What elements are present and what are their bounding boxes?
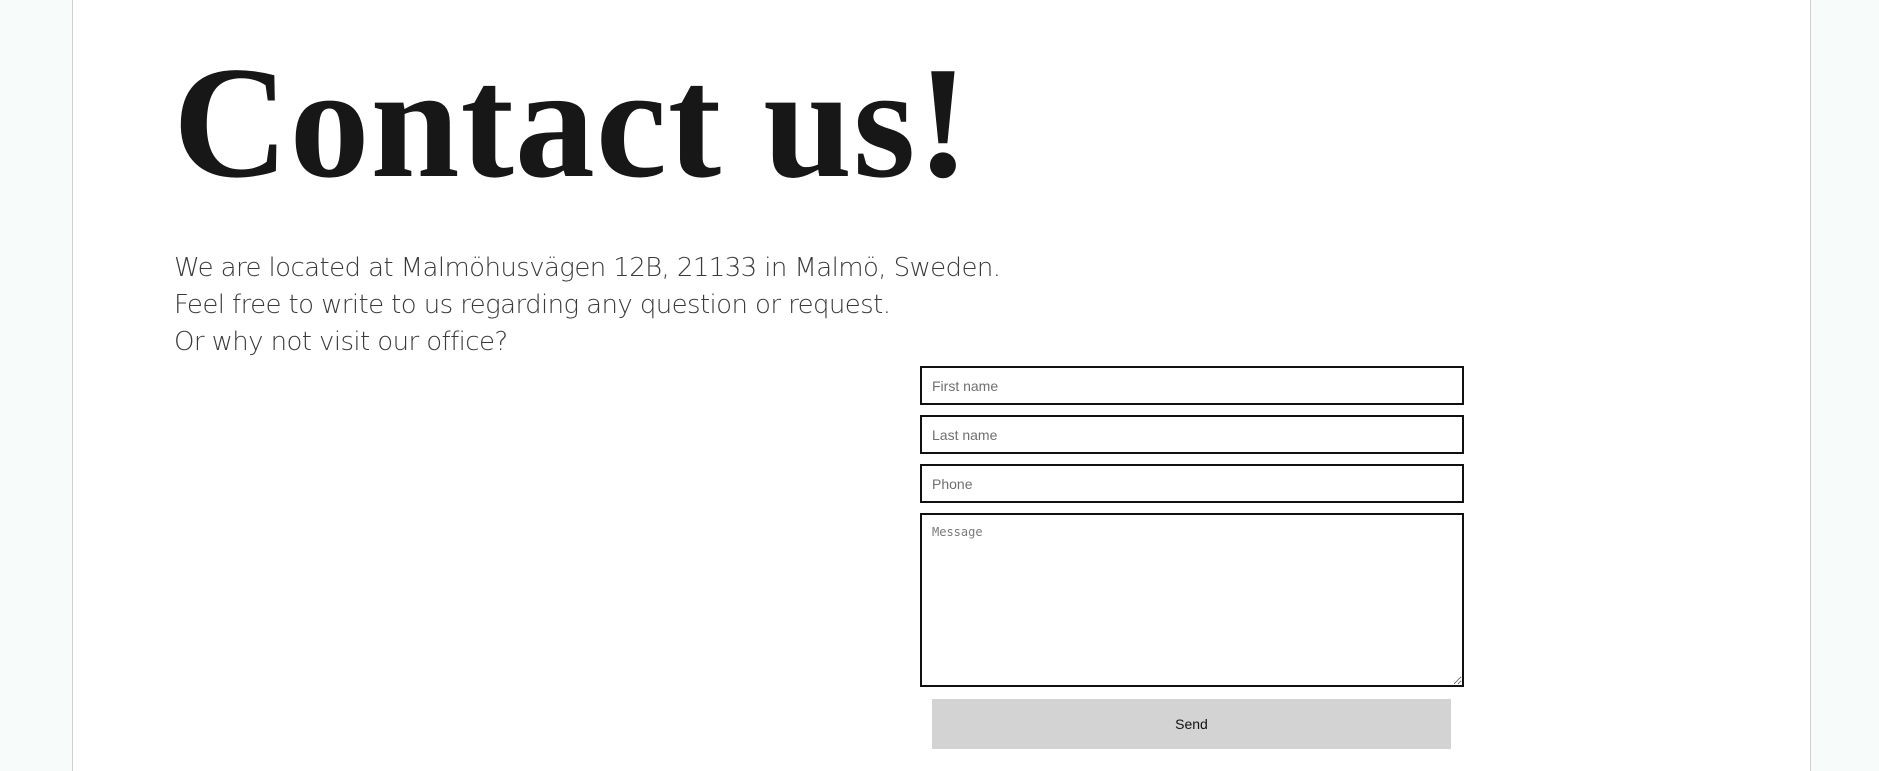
send-button[interactable]: Send [932,699,1451,749]
page-title: Contact us! [173,33,971,211]
contact-form: Send [920,366,1464,749]
first-name-input[interactable] [920,366,1464,405]
intro-line-write: Feel free to write to us regarding any q… [174,290,891,320]
intro-line-address: We are located at Malmöhusvägen 12B, 211… [174,253,1001,283]
phone-input[interactable] [920,464,1464,503]
last-name-input[interactable] [920,415,1464,454]
intro-line-visit: Or why not visit our office? [174,327,508,357]
message-textarea[interactable] [920,513,1464,687]
intro-text: We are located at Malmöhusvägen 12B, 211… [174,250,1001,361]
page-container: Contact us! We are located at Malmöhusvä… [72,0,1811,771]
